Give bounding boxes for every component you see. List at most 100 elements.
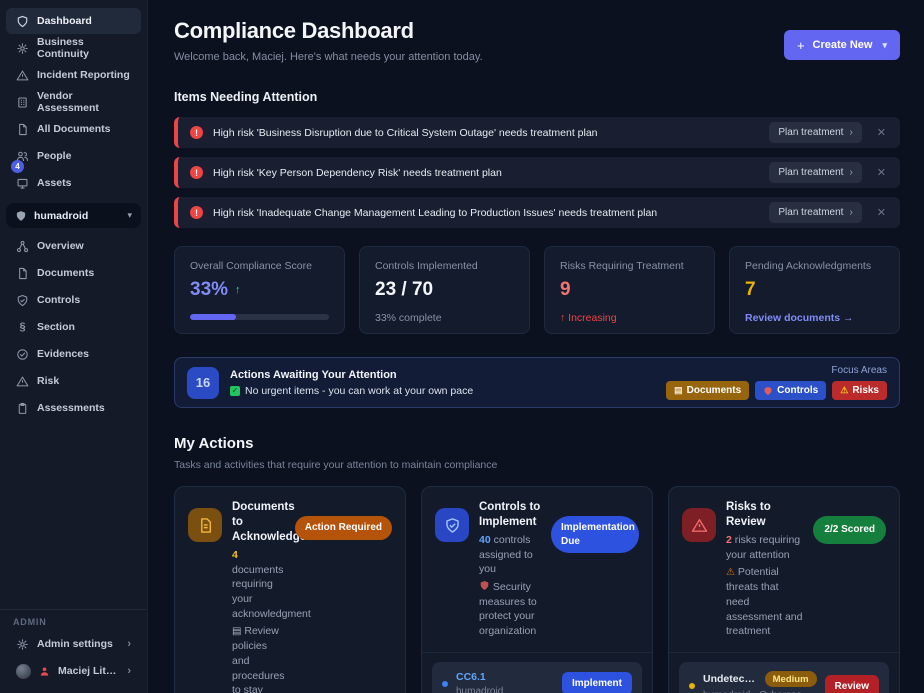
- file-icon: [16, 267, 29, 280]
- warning-triangle-icon: [16, 375, 29, 388]
- sidebar-item-label: Risk: [37, 375, 59, 387]
- stat-label: Overall Compliance Score: [190, 260, 329, 272]
- plan-treatment-button[interactable]: Plan treatment ›: [769, 162, 861, 183]
- control-name: CC6.1: [456, 671, 554, 683]
- sidebar-admin-section: ADMIN Admin settings › Maciej Litwiniuk …: [0, 609, 147, 685]
- attention-item: ! High risk 'Inadequate Change Managemen…: [174, 197, 900, 228]
- card-documents-to-acknowledge: Documents to Acknowledge 4 documents req…: [174, 486, 406, 693]
- document-icon: ▤: [232, 626, 241, 637]
- user-name: Maciej Litwiniuk: [58, 665, 119, 677]
- alert-icon: !: [190, 126, 203, 139]
- clipboard-icon: [16, 402, 29, 415]
- arrow-right-icon: →: [843, 312, 854, 324]
- sidebar-item-label: Section: [37, 321, 75, 333]
- stat-value: 33%: [190, 279, 228, 301]
- review-documents-link[interactable]: Review documents →: [745, 312, 884, 324]
- sidebar: Dashboard Business Continuity Incident R…: [0, 0, 148, 693]
- review-button[interactable]: Review: [825, 675, 879, 693]
- sidebar-item-label: All Documents: [37, 123, 111, 135]
- card-risks-to-review: Risks to Review 2 risks requiring your a…: [668, 486, 900, 693]
- my-actions-subheading: Tasks and activities that require your a…: [174, 459, 900, 471]
- create-new-button[interactable]: + Create New ▾: [784, 30, 900, 60]
- sidebar-item-controls[interactable]: Controls: [6, 287, 141, 313]
- compliance-progress-bar: [190, 314, 329, 320]
- risk-list-item[interactable]: Undetected Securit... Medium humadroid •…: [679, 662, 889, 693]
- status-dot: [442, 681, 448, 687]
- app-window: Dashboard Business Continuity Incident R…: [0, 0, 924, 693]
- status-dot: [689, 683, 695, 689]
- stat-note: 33% complete: [375, 312, 514, 324]
- chevron-right-icon: ›: [849, 127, 852, 138]
- plan-treatment-button[interactable]: Plan treatment ›: [769, 122, 861, 143]
- card-count-text: risks requiring your attention: [726, 534, 800, 561]
- card-title: Controls to Implement: [479, 500, 541, 530]
- sidebar-item-overview[interactable]: Overview: [6, 233, 141, 259]
- stat-value: 23 / 70: [375, 279, 433, 301]
- focus-tag-documents[interactable]: ▤ Documents: [666, 381, 749, 400]
- dismiss-button[interactable]: ✕: [872, 204, 891, 221]
- control-org: humadroid: [456, 686, 554, 693]
- focus-tag-controls[interactable]: Controls: [755, 381, 826, 400]
- document-icon: [188, 508, 222, 542]
- check-circle-icon: [16, 348, 29, 361]
- user-profile-item[interactable]: Maciej Litwiniuk ›: [6, 658, 141, 684]
- building-icon: [16, 96, 29, 109]
- attention-item: ! High risk 'Key Person Dependency Risk'…: [174, 157, 900, 188]
- actions-banner: 16 Actions Awaiting Your Attention ✓ No …: [174, 357, 900, 408]
- shield-icon: [16, 15, 29, 28]
- sidebar-item-vendor-assessment[interactable]: Vendor Assessment: [6, 89, 141, 115]
- dismiss-button[interactable]: ✕: [872, 164, 891, 181]
- plan-treatment-label: Plan treatment: [778, 127, 843, 138]
- sidebar-item-all-documents[interactable]: All Documents: [6, 116, 141, 142]
- admin-settings-label: Admin settings: [37, 638, 113, 650]
- implementation-due-badge[interactable]: Implementation Due: [551, 516, 639, 553]
- plan-treatment-label: Plan treatment: [778, 207, 843, 218]
- shield-icon: [763, 386, 773, 396]
- admin-settings-item[interactable]: Admin settings ›: [6, 631, 141, 657]
- chevron-down-icon: ▾: [127, 210, 132, 221]
- control-list-item[interactable]: CC6.1 humadroid Implement: [432, 662, 642, 693]
- card-title: Risks to Review: [726, 500, 803, 530]
- chevron-right-icon: ›: [127, 665, 131, 677]
- sidebar-item-business-continuity[interactable]: Business Continuity: [6, 35, 141, 61]
- sidebar-item-dashboard[interactable]: Dashboard: [6, 8, 141, 34]
- focus-tag-label: Documents: [687, 385, 741, 396]
- stat-value: 7: [745, 279, 756, 301]
- shield-check-icon: [435, 508, 469, 542]
- chevron-down-icon: ▾: [882, 40, 887, 51]
- sidebar-item-evidences[interactable]: Evidences: [6, 341, 141, 367]
- sidebar-item-risk[interactable]: Risk: [6, 368, 141, 394]
- focus-tag-risks[interactable]: ⚠ Risks: [832, 381, 887, 400]
- sidebar-item-documents[interactable]: Documents: [6, 260, 141, 286]
- attention-heading: Items Needing Attention: [174, 90, 900, 104]
- stat-note: Increasing: [568, 312, 616, 324]
- card-controls-to-implement: Controls to Implement 40 controls assign…: [421, 486, 653, 693]
- sidebar-item-assets[interactable]: Assets: [6, 170, 141, 196]
- card-count: 40: [479, 534, 491, 546]
- sidebar-item-people[interactable]: People 4: [6, 143, 141, 169]
- stat-label: Pending Acknowledgments: [745, 260, 884, 272]
- stat-card-risks-treatment: Risks Requiring Treatment 9 ↑ Increasing: [544, 246, 715, 334]
- person-icon: [39, 666, 50, 677]
- plan-treatment-button[interactable]: Plan treatment ›: [769, 202, 861, 223]
- admin-section-label: ADMIN: [0, 617, 147, 627]
- implement-button[interactable]: Implement: [562, 672, 632, 693]
- shield-check-icon: [16, 294, 29, 307]
- shield-icon: [479, 580, 490, 591]
- trend-up-icon: ↑: [235, 284, 241, 296]
- scored-badge[interactable]: 2/2 Scored: [813, 516, 886, 544]
- dismiss-button[interactable]: ✕: [872, 124, 891, 141]
- sidebar-item-incident-reporting[interactable]: Incident Reporting: [6, 62, 141, 88]
- actions-count-badge: 16: [187, 367, 219, 399]
- attention-item: ! High risk 'Business Disruption due to …: [174, 117, 900, 148]
- org-selector[interactable]: humadroid ▾: [6, 203, 141, 228]
- card-count: 4: [232, 549, 238, 561]
- sidebar-item-section[interactable]: § Section: [6, 314, 141, 340]
- plus-icon: +: [797, 38, 805, 53]
- warning-triangle-icon: [682, 508, 716, 542]
- document-icon: ▤: [674, 385, 683, 396]
- sidebar-item-assessments[interactable]: Assessments: [6, 395, 141, 421]
- banner-title: Actions Awaiting Your Attention: [230, 369, 473, 381]
- stat-card-pending-acknowledgments: Pending Acknowledgments 7 Review documen…: [729, 246, 900, 334]
- action-required-badge[interactable]: Action Required: [295, 516, 392, 540]
